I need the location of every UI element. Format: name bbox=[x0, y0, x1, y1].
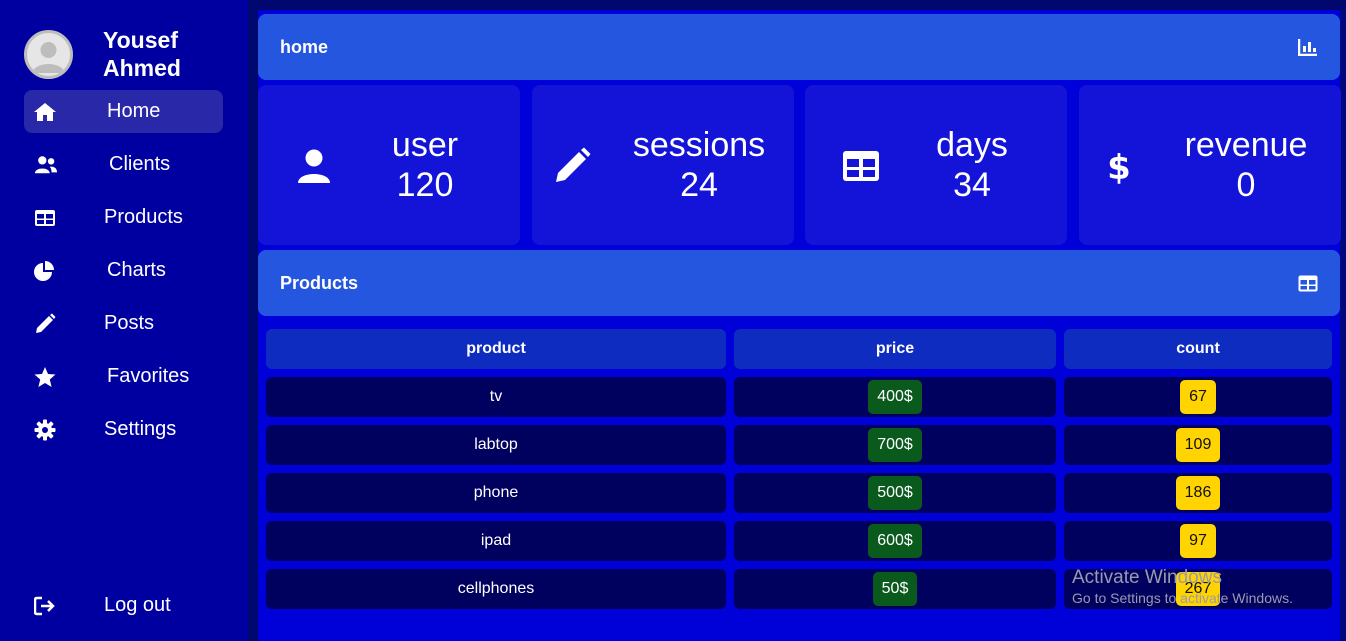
stats-cards: user 120 sessions 24 days 34 $ revenue 0 bbox=[258, 85, 1341, 245]
user-icon bbox=[294, 146, 334, 186]
price-cell: 700$ bbox=[734, 425, 1056, 465]
table-icon bbox=[33, 206, 57, 230]
svg-text:$: $ bbox=[1107, 148, 1131, 186]
sidebar-item-label: Favorites bbox=[107, 365, 190, 387]
table-icon[interactable] bbox=[1298, 273, 1318, 293]
count-cell: 97 bbox=[1064, 521, 1332, 561]
product-cell: tv bbox=[266, 377, 726, 417]
logout-button[interactable]: Log out bbox=[24, 584, 223, 627]
price-badge: 700$ bbox=[868, 428, 922, 462]
count-badge: 67 bbox=[1180, 380, 1216, 414]
logout-icon bbox=[33, 594, 57, 618]
pencil-icon bbox=[552, 146, 592, 186]
price-cell: 400$ bbox=[734, 377, 1056, 417]
sidebar-item-label: Settings bbox=[104, 418, 177, 440]
sidebar-divider bbox=[248, 0, 258, 641]
table-row: cellphones 50$ 267 bbox=[266, 569, 1332, 609]
sidebar-item-label: Clients bbox=[109, 153, 171, 175]
stat-card-days: days 34 bbox=[805, 85, 1067, 245]
stat-card-user: user 120 bbox=[258, 85, 520, 245]
stat-label: sessions bbox=[632, 126, 766, 164]
bar-chart-icon[interactable] bbox=[1298, 37, 1318, 57]
product-cell: ipad bbox=[266, 521, 726, 561]
gear-icon bbox=[33, 418, 57, 442]
page-header: home bbox=[258, 14, 1340, 80]
dollar-icon: $ bbox=[1099, 146, 1139, 186]
sidebar-item-settings[interactable]: Settings bbox=[24, 408, 223, 451]
star-icon bbox=[33, 365, 57, 389]
avatar-placeholder-icon bbox=[32, 41, 65, 73]
users-icon bbox=[34, 153, 58, 177]
sidebar-item-label: Posts bbox=[104, 312, 155, 334]
product-cell: phone bbox=[266, 473, 726, 513]
avatar[interactable] bbox=[24, 29, 73, 79]
product-cell: cellphones bbox=[266, 569, 726, 609]
sidebar-item-label: Products bbox=[104, 206, 183, 228]
table-row: ipad 600$ 97 bbox=[266, 521, 1332, 561]
table-row: phone 500$ 186 bbox=[266, 473, 1332, 513]
pencil-icon bbox=[33, 312, 57, 336]
stat-value: 24 bbox=[680, 166, 718, 204]
stat-label: days bbox=[936, 126, 1008, 164]
sidebar-item-charts[interactable]: Charts bbox=[24, 249, 223, 292]
stat-card-sessions: sessions 24 bbox=[532, 85, 794, 245]
count-badge: 109 bbox=[1175, 428, 1221, 462]
section-title: Products bbox=[280, 272, 359, 293]
stat-label: user bbox=[391, 126, 459, 164]
stat-label: revenue bbox=[1184, 126, 1308, 164]
table-row: tv 400$ 67 bbox=[266, 377, 1332, 417]
logout-label: Log out bbox=[104, 594, 171, 616]
stat-value: 120 bbox=[396, 166, 454, 204]
sidebar-item-clients[interactable]: Clients bbox=[24, 143, 223, 186]
column-header-count[interactable]: count bbox=[1064, 329, 1332, 369]
sidebar-item-favorites[interactable]: Favorites bbox=[24, 355, 223, 398]
price-badge: 400$ bbox=[868, 380, 922, 414]
count-cell: 267 bbox=[1064, 569, 1332, 609]
count-badge: 186 bbox=[1175, 476, 1221, 510]
product-cell: labtop bbox=[266, 425, 726, 465]
sidebar-item-label: Home bbox=[107, 100, 161, 122]
count-badge: 267 bbox=[1175, 572, 1221, 606]
home-icon bbox=[33, 100, 57, 124]
sidebar-item-label: Charts bbox=[107, 259, 166, 281]
count-cell: 109 bbox=[1064, 425, 1332, 465]
price-cell: 600$ bbox=[734, 521, 1056, 561]
stat-card-revenue: $ revenue 0 bbox=[1079, 85, 1341, 245]
stat-value: 34 bbox=[953, 166, 991, 204]
price-badge: 600$ bbox=[868, 524, 922, 558]
top-strip bbox=[258, 0, 1346, 10]
sidebar-item-products[interactable]: Products bbox=[24, 196, 223, 239]
sidebar-item-posts[interactable]: Posts bbox=[24, 302, 223, 345]
count-badge: 97 bbox=[1180, 524, 1216, 558]
sidebar-item-home[interactable]: Home bbox=[24, 90, 223, 133]
table-header-row: product price count bbox=[266, 329, 1332, 369]
table-row: labtop 700$ 109 bbox=[266, 425, 1332, 465]
user-name: Yousef Ahmed bbox=[103, 27, 181, 81]
column-header-price[interactable]: price bbox=[734, 329, 1056, 369]
sidebar: Yousef Ahmed Home Clients Products Chart… bbox=[0, 0, 248, 641]
price-badge: 50$ bbox=[872, 572, 918, 606]
price-cell: 50$ bbox=[734, 569, 1056, 609]
price-badge: 500$ bbox=[868, 476, 922, 510]
products-header: Products bbox=[258, 250, 1340, 316]
sidebar-nav: Home Clients Products Charts Posts Favor… bbox=[24, 90, 223, 461]
page-title: home bbox=[280, 36, 329, 57]
count-cell: 67 bbox=[1064, 377, 1332, 417]
table-icon bbox=[841, 146, 881, 186]
pie-chart-icon bbox=[33, 259, 57, 283]
column-header-product[interactable]: product bbox=[266, 329, 726, 369]
user-profile: Yousef Ahmed bbox=[24, 26, 213, 82]
stat-value: 0 bbox=[1236, 166, 1256, 204]
price-cell: 500$ bbox=[734, 473, 1056, 513]
count-cell: 186 bbox=[1064, 473, 1332, 513]
